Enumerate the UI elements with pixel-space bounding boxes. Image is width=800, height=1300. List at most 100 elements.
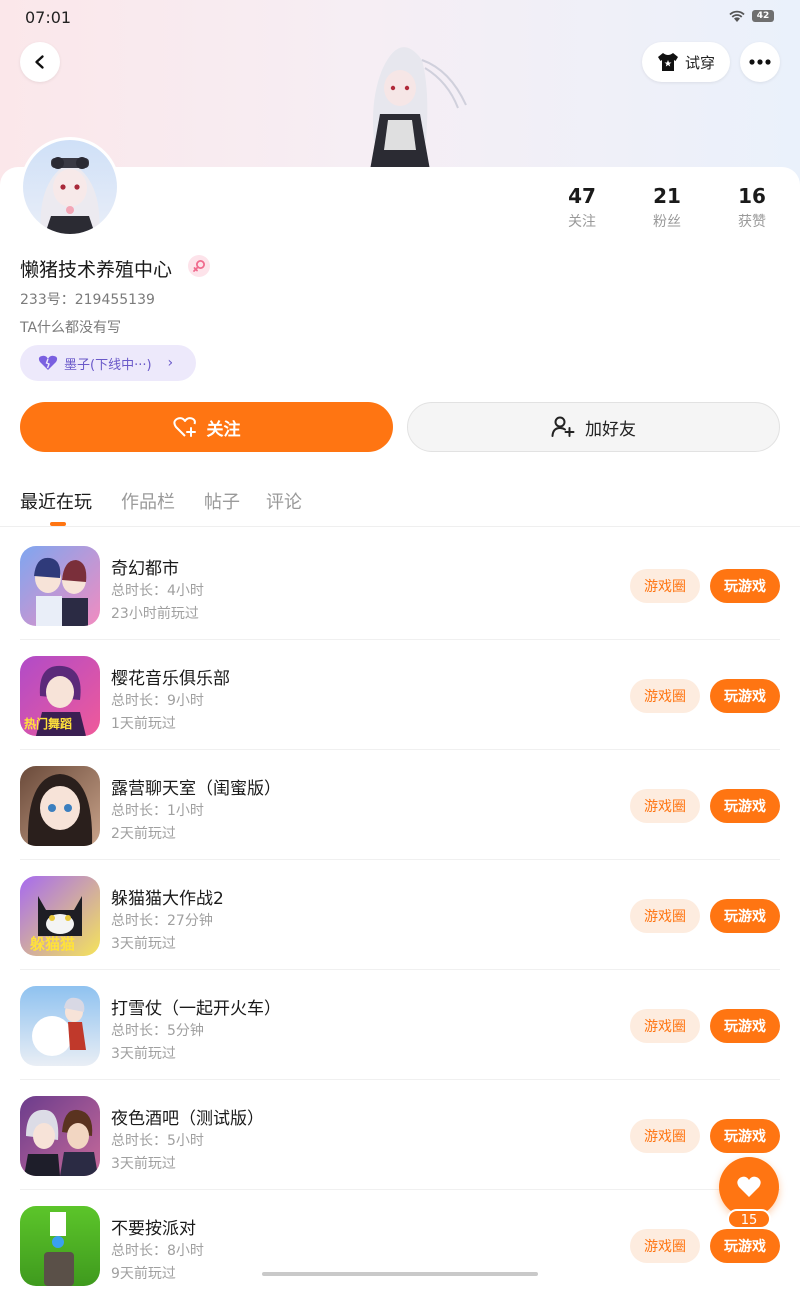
stat-label: 粉丝: [653, 214, 681, 230]
game-circle-button[interactable]: 游戏圈: [630, 789, 700, 823]
game-duration: 总时长：27分钟: [111, 913, 213, 929]
shirt-icon: [657, 53, 678, 71]
back-arrow-icon: [35, 55, 44, 69]
play-game-button[interactable]: 玩游戏: [710, 1229, 780, 1263]
game-last-played: 23小时前玩过: [111, 606, 199, 622]
game-duration: 总时长：9小时: [111, 693, 204, 709]
stat-following[interactable]: 47 关注: [540, 184, 624, 231]
avatar-3d-figure: [370, 47, 467, 170]
game-title: 樱花音乐俱乐部: [111, 669, 230, 689]
profile-stats: 47 关注 21 粉丝 16 获赞: [540, 184, 800, 234]
game-circle-button[interactable]: 游戏圈: [630, 679, 700, 713]
game-title: 露营聊天室（闺蜜版）: [111, 779, 281, 799]
female-gender-icon: [188, 255, 210, 277]
stat-followers[interactable]: 21 粉丝: [625, 184, 709, 231]
partner-tag[interactable]: 墨子(下线中···) ›: [20, 345, 196, 381]
profile-nickname: 懒猪技术养殖中心: [20, 259, 173, 281]
more-dots-icon: [749, 59, 771, 65]
chevron-right-icon: ›: [167, 355, 174, 371]
follow-label: 关注: [206, 419, 241, 440]
play-game-button[interactable]: 玩游戏: [710, 569, 780, 603]
list-item[interactable]: 打雪仗（一起开火车） 总时长：5分钟 3天前玩过 游戏圈 玩游戏: [0, 970, 800, 1080]
game-icon: 热门舞蹈: [20, 656, 100, 736]
play-game-button[interactable]: 玩游戏: [710, 899, 780, 933]
game-title: 打雪仗（一起开火车）: [111, 999, 281, 1019]
stat-value: 21: [653, 184, 681, 208]
avatar-portrait: [40, 157, 100, 234]
game-circle-button[interactable]: 游戏圈: [630, 569, 700, 603]
partner-tag-label: 墨子(下线中···): [64, 357, 152, 373]
game-last-played: 9天前玩过: [111, 1266, 176, 1282]
list-item[interactable]: 露营聊天室（闺蜜版） 总时长：1小时 2天前玩过 游戏圈 玩游戏: [0, 750, 800, 860]
try-on-label: 试穿: [684, 53, 715, 72]
avatar[interactable]: [20, 137, 120, 237]
game-icon-caption: 躲猫猫: [30, 935, 76, 953]
game-duration: 总时长：1小时: [111, 803, 204, 819]
game-icon: 躲猫猫: [20, 876, 100, 956]
status-time: 07:01: [25, 8, 72, 27]
game-title: 奇幻都市: [111, 559, 179, 579]
add-user-icon: [551, 416, 575, 437]
list-item[interactable]: 躲猫猫 躲猫猫大作战2 总时长：27分钟 3天前玩过 游戏圈 玩游戏: [0, 860, 800, 970]
like-button[interactable]: [719, 1157, 779, 1217]
game-last-played: 3天前玩过: [111, 1046, 176, 1062]
more-button[interactable]: [740, 42, 780, 82]
game-circle-button[interactable]: 游戏圈: [630, 1009, 700, 1043]
add-friend-button[interactable]: 加好友: [407, 402, 780, 452]
back-button[interactable]: [20, 42, 60, 82]
play-game-button[interactable]: 玩游戏: [710, 1119, 780, 1153]
tab-comments[interactable]: 评论: [266, 488, 302, 514]
game-circle-button[interactable]: 游戏圈: [630, 1229, 700, 1263]
game-duration: 总时长：4小时: [111, 583, 204, 599]
heart-plus-icon: [172, 417, 196, 437]
game-title: 躲猫猫大作战2: [111, 889, 224, 909]
game-icon-caption: 热门舞蹈: [24, 717, 73, 731]
profile-tabs: 最近在玩 作品栏 帖子 评论: [0, 480, 800, 527]
tab-posts[interactable]: 帖子: [204, 488, 240, 514]
game-icon: [20, 1206, 100, 1286]
game-icon: [20, 986, 100, 1066]
heart-icon: [737, 1176, 761, 1197]
wifi-icon: [729, 10, 745, 22]
game-last-played: 3天前玩过: [111, 936, 176, 952]
game-duration: 总时长：5小时: [111, 1133, 204, 1149]
game-circle-button[interactable]: 游戏圈: [630, 1119, 700, 1153]
game-last-played: 1天前玩过: [111, 716, 176, 732]
stat-likes[interactable]: 16 获赞: [710, 184, 794, 231]
stat-value: 16: [738, 184, 766, 208]
heart-broken-icon: [38, 355, 58, 370]
stat-value: 47: [568, 184, 596, 208]
status-icons: 42: [728, 9, 774, 23]
profile-uid: 233号：219455139: [20, 292, 155, 308]
status-bar: 07:01 42: [0, 0, 800, 34]
avatar-image: [23, 140, 117, 234]
game-duration: 总时长：8小时: [111, 1243, 204, 1259]
add-friend-label: 加好友: [585, 419, 636, 440]
game-title: 夜色酒吧（测试版）: [111, 1109, 264, 1129]
list-item[interactable]: 夜色酒吧（测试版） 总时长：5小时 3天前玩过 游戏圈 玩游戏: [0, 1080, 800, 1190]
game-duration: 总时长：5分钟: [111, 1023, 204, 1039]
home-indicator[interactable]: [262, 1272, 538, 1276]
game-title: 不要按派对: [111, 1219, 196, 1239]
like-count-badge: 15: [727, 1209, 771, 1229]
list-item[interactable]: 热门舞蹈 樱花音乐俱乐部 总时长：9小时 1天前玩过 游戏圈 玩游戏: [0, 640, 800, 750]
game-circle-button[interactable]: 游戏圈: [630, 899, 700, 933]
game-icon: [20, 766, 100, 846]
stat-label: 关注: [568, 214, 596, 230]
try-on-button[interactable]: 试穿: [642, 42, 730, 82]
game-icon: [20, 1096, 100, 1176]
profile-bio: TA什么都没有写: [20, 320, 122, 336]
play-game-button[interactable]: 玩游戏: [710, 1009, 780, 1043]
game-last-played: 2天前玩过: [111, 826, 176, 842]
stat-label: 获赞: [738, 214, 766, 230]
tab-works[interactable]: 作品栏: [121, 488, 175, 514]
list-item[interactable]: 奇幻都市 总时长：4小时 23小时前玩过 游戏圈 玩游戏: [0, 530, 800, 640]
list-item[interactable]: 不要按派对 总时长：8小时 9天前玩过 游戏圈 玩游戏: [0, 1190, 800, 1300]
follow-button[interactable]: 关注: [20, 402, 393, 452]
battery-icon: 42: [752, 10, 774, 22]
play-game-button[interactable]: 玩游戏: [710, 789, 780, 823]
tab-indicator: [50, 522, 66, 526]
tab-recently-played[interactable]: 最近在玩: [20, 488, 92, 514]
play-game-button[interactable]: 玩游戏: [710, 679, 780, 713]
game-icon: [20, 546, 100, 626]
